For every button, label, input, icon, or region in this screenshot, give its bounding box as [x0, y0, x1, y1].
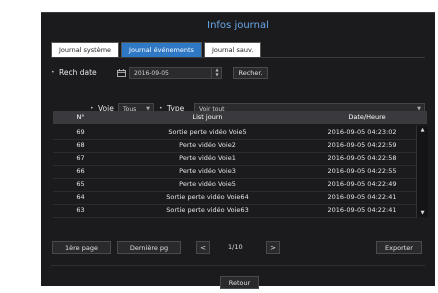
row-number: 69: [76, 128, 85, 136]
footer-divider: [51, 265, 425, 266]
chevron-right-icon: >: [270, 244, 276, 252]
row-datetime: 2016-09-05 04:22:59: [327, 141, 397, 149]
scroll-up-icon[interactable]: ▲: [417, 127, 428, 133]
row-datetime: 2016-09-05 04:22:41: [327, 206, 397, 214]
table-row[interactable]: 69 Sortie perte vidéo Voie5 2016-09-05 0…: [53, 126, 417, 140]
tab-backup-log[interactable]: Journal sauv.: [203, 42, 262, 58]
log-tabs: Journal système Journal événements Journ…: [51, 42, 262, 58]
first-page-button[interactable]: 1ère page: [52, 241, 111, 254]
tab-divider: [51, 57, 425, 58]
row-number: 66: [76, 167, 85, 175]
export-button[interactable]: Exporter: [376, 241, 422, 254]
row-event: Perte vidéo Voie2: [179, 141, 236, 149]
search-button[interactable]: Recher.: [233, 67, 268, 79]
table-row[interactable]: 63 Sortie perte vidéo Voie63 2016-09-05 …: [53, 204, 417, 218]
date-value: 2016-09-05: [134, 70, 169, 77]
row-event: Sortie perte vidéo Voie5: [168, 128, 247, 136]
row-datetime: 2016-09-05 04:22:55: [327, 167, 397, 175]
calendar-icon[interactable]: [117, 69, 126, 77]
chevron-left-icon: <: [200, 244, 206, 252]
row-number: 63: [76, 206, 85, 214]
row-number: 67: [76, 154, 85, 162]
row-number: 64: [76, 193, 85, 201]
row-datetime: 2016-09-05 04:23:02: [327, 128, 397, 136]
row-event: Perte vidéo Voie3: [179, 167, 236, 175]
tab-event-log[interactable]: Journal événements: [121, 42, 202, 58]
column-datetime: Date/Heure: [348, 113, 386, 121]
table-scrollbar[interactable]: ▲ ▼: [416, 126, 428, 217]
return-button[interactable]: Retour: [220, 276, 259, 289]
last-page-button[interactable]: Dernière pg: [117, 241, 181, 254]
row-number: 65: [76, 180, 85, 188]
bullet-icon: •: [51, 69, 55, 76]
table-row[interactable]: 64 Sortie perte vidéo Voie64 2016-09-05 …: [53, 191, 417, 205]
date-input[interactable]: 2016-09-05: [129, 67, 222, 79]
column-event: List journ: [192, 113, 223, 121]
table-row[interactable]: 67 Perte vidéo Voie1 2016-09-05 04:22:58: [53, 152, 417, 166]
row-datetime: 2016-09-05 04:22:58: [327, 154, 397, 162]
tab-system-log[interactable]: Journal système: [51, 42, 120, 58]
table-row[interactable]: 65 Perte vidéo Voie5 2016-09-05 04:22:49: [53, 178, 417, 192]
row-number: 68: [76, 141, 85, 149]
row-event: Perte vidéo Voie1: [179, 154, 236, 162]
previous-page-button[interactable]: <: [196, 241, 210, 254]
dialog-title: Infos journal: [207, 20, 269, 31]
row-datetime: 2016-09-05 04:22:49: [327, 180, 397, 188]
search-date-label: Rech date: [59, 68, 97, 77]
page-indicator: 1/10: [228, 243, 243, 251]
table-row[interactable]: 68 Perte vidéo Voie2 2016-09-05 04:22:59: [53, 139, 417, 153]
table-row[interactable]: 66 Perte vidéo Voie3 2016-09-05 04:22:55: [53, 165, 417, 179]
row-event: Sortie perte vidéo Voie63: [166, 206, 249, 214]
row-datetime: 2016-09-05 04:22:41: [327, 193, 397, 201]
chevron-down-icon[interactable]: ▼: [212, 72, 222, 77]
table-header: N° List journ Date/Heure: [53, 111, 427, 124]
column-number: N°: [76, 113, 85, 121]
scroll-down-icon[interactable]: ▼: [417, 210, 428, 216]
row-event: Perte vidéo Voie5: [179, 180, 236, 188]
date-stepper[interactable]: ▲ ▼: [211, 67, 222, 79]
next-page-button[interactable]: >: [266, 241, 280, 254]
row-event: Sortie perte vidéo Voie64: [166, 193, 249, 201]
